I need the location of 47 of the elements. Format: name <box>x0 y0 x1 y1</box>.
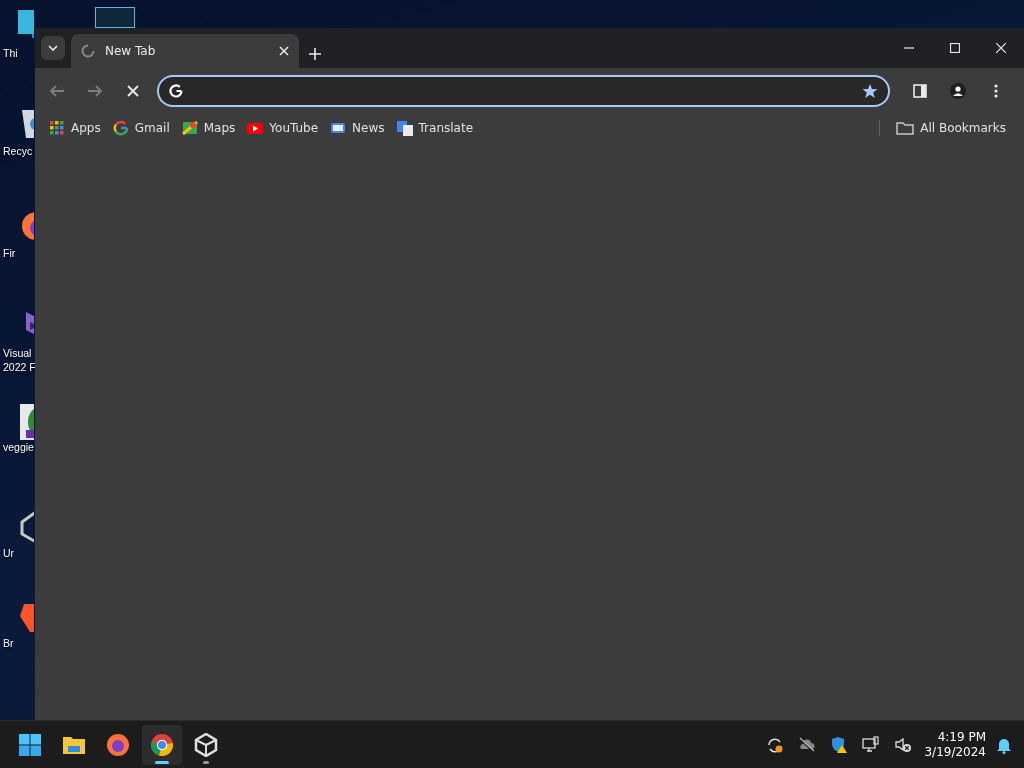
clock-date[interactable]: 3/19/2024 <box>924 744 986 760</box>
side-panel-icon[interactable] <box>912 83 928 99</box>
map-pin-icon <box>181 120 198 136</box>
google-g-icon <box>112 120 129 136</box>
profile-avatar-icon[interactable] <box>950 83 966 99</box>
icon-label: Recyc <box>3 144 33 158</box>
bookmark-link[interactable]: News <box>328 118 391 138</box>
tab-title: New Tab <box>105 44 157 58</box>
bookmark-link[interactable]: YouTube <box>245 118 325 138</box>
icon-label: Ur <box>3 546 15 560</box>
selected-desktop-icon[interactable] <box>95 7 135 28</box>
maximize-icon[interactable] <box>950 43 960 53</box>
folder-icon <box>896 121 915 135</box>
icon-label: Visual <box>3 346 32 360</box>
icon-label: 2022 F <box>3 360 36 374</box>
bookmarks-folder[interactable]: All Bookmarks <box>894 119 1012 137</box>
address-bar[interactable] <box>157 75 890 107</box>
bookmark-link[interactable]: Apps <box>47 118 107 138</box>
google-g-icon <box>169 84 183 98</box>
bookmark-link[interactable]: Translate <box>394 118 480 138</box>
icon-label: veggie <box>3 440 34 454</box>
shield-warning-icon[interactable] <box>830 735 849 754</box>
forward-arrow-icon[interactable] <box>87 83 103 99</box>
clock-time[interactable]: 4:19 PM <box>937 729 986 745</box>
new-tab-plus-icon[interactable] <box>309 48 321 60</box>
chevron-down-icon <box>48 45 58 51</box>
bookmark-link[interactable]: Gmail <box>110 118 176 138</box>
windows-logo-icon <box>18 732 42 757</box>
grid-icon <box>49 120 65 136</box>
close-icon[interactable] <box>279 46 289 56</box>
translate-icon <box>396 120 413 136</box>
newspaper-icon <box>330 120 347 136</box>
bookmark-link[interactable]: Maps <box>179 118 242 138</box>
taskbar-app-button[interactable] <box>142 724 182 765</box>
browser-tab[interactable]: New Tab <box>71 34 299 68</box>
cloud-off-icon[interactable] <box>798 735 817 754</box>
icon-label: Br <box>3 636 14 650</box>
play-button-icon <box>247 120 264 136</box>
star-icon[interactable] <box>862 83 878 99</box>
close-icon[interactable] <box>996 43 1006 53</box>
back-arrow-icon[interactable] <box>49 83 65 99</box>
stop-icon[interactable] <box>125 83 141 99</box>
icon-label: Fir <box>3 246 16 260</box>
network-icon[interactable] <box>862 735 881 754</box>
tab-search-button[interactable] <box>41 36 65 60</box>
icon-label: Thi <box>3 46 18 60</box>
speaker-muted-icon[interactable] <box>894 735 913 754</box>
